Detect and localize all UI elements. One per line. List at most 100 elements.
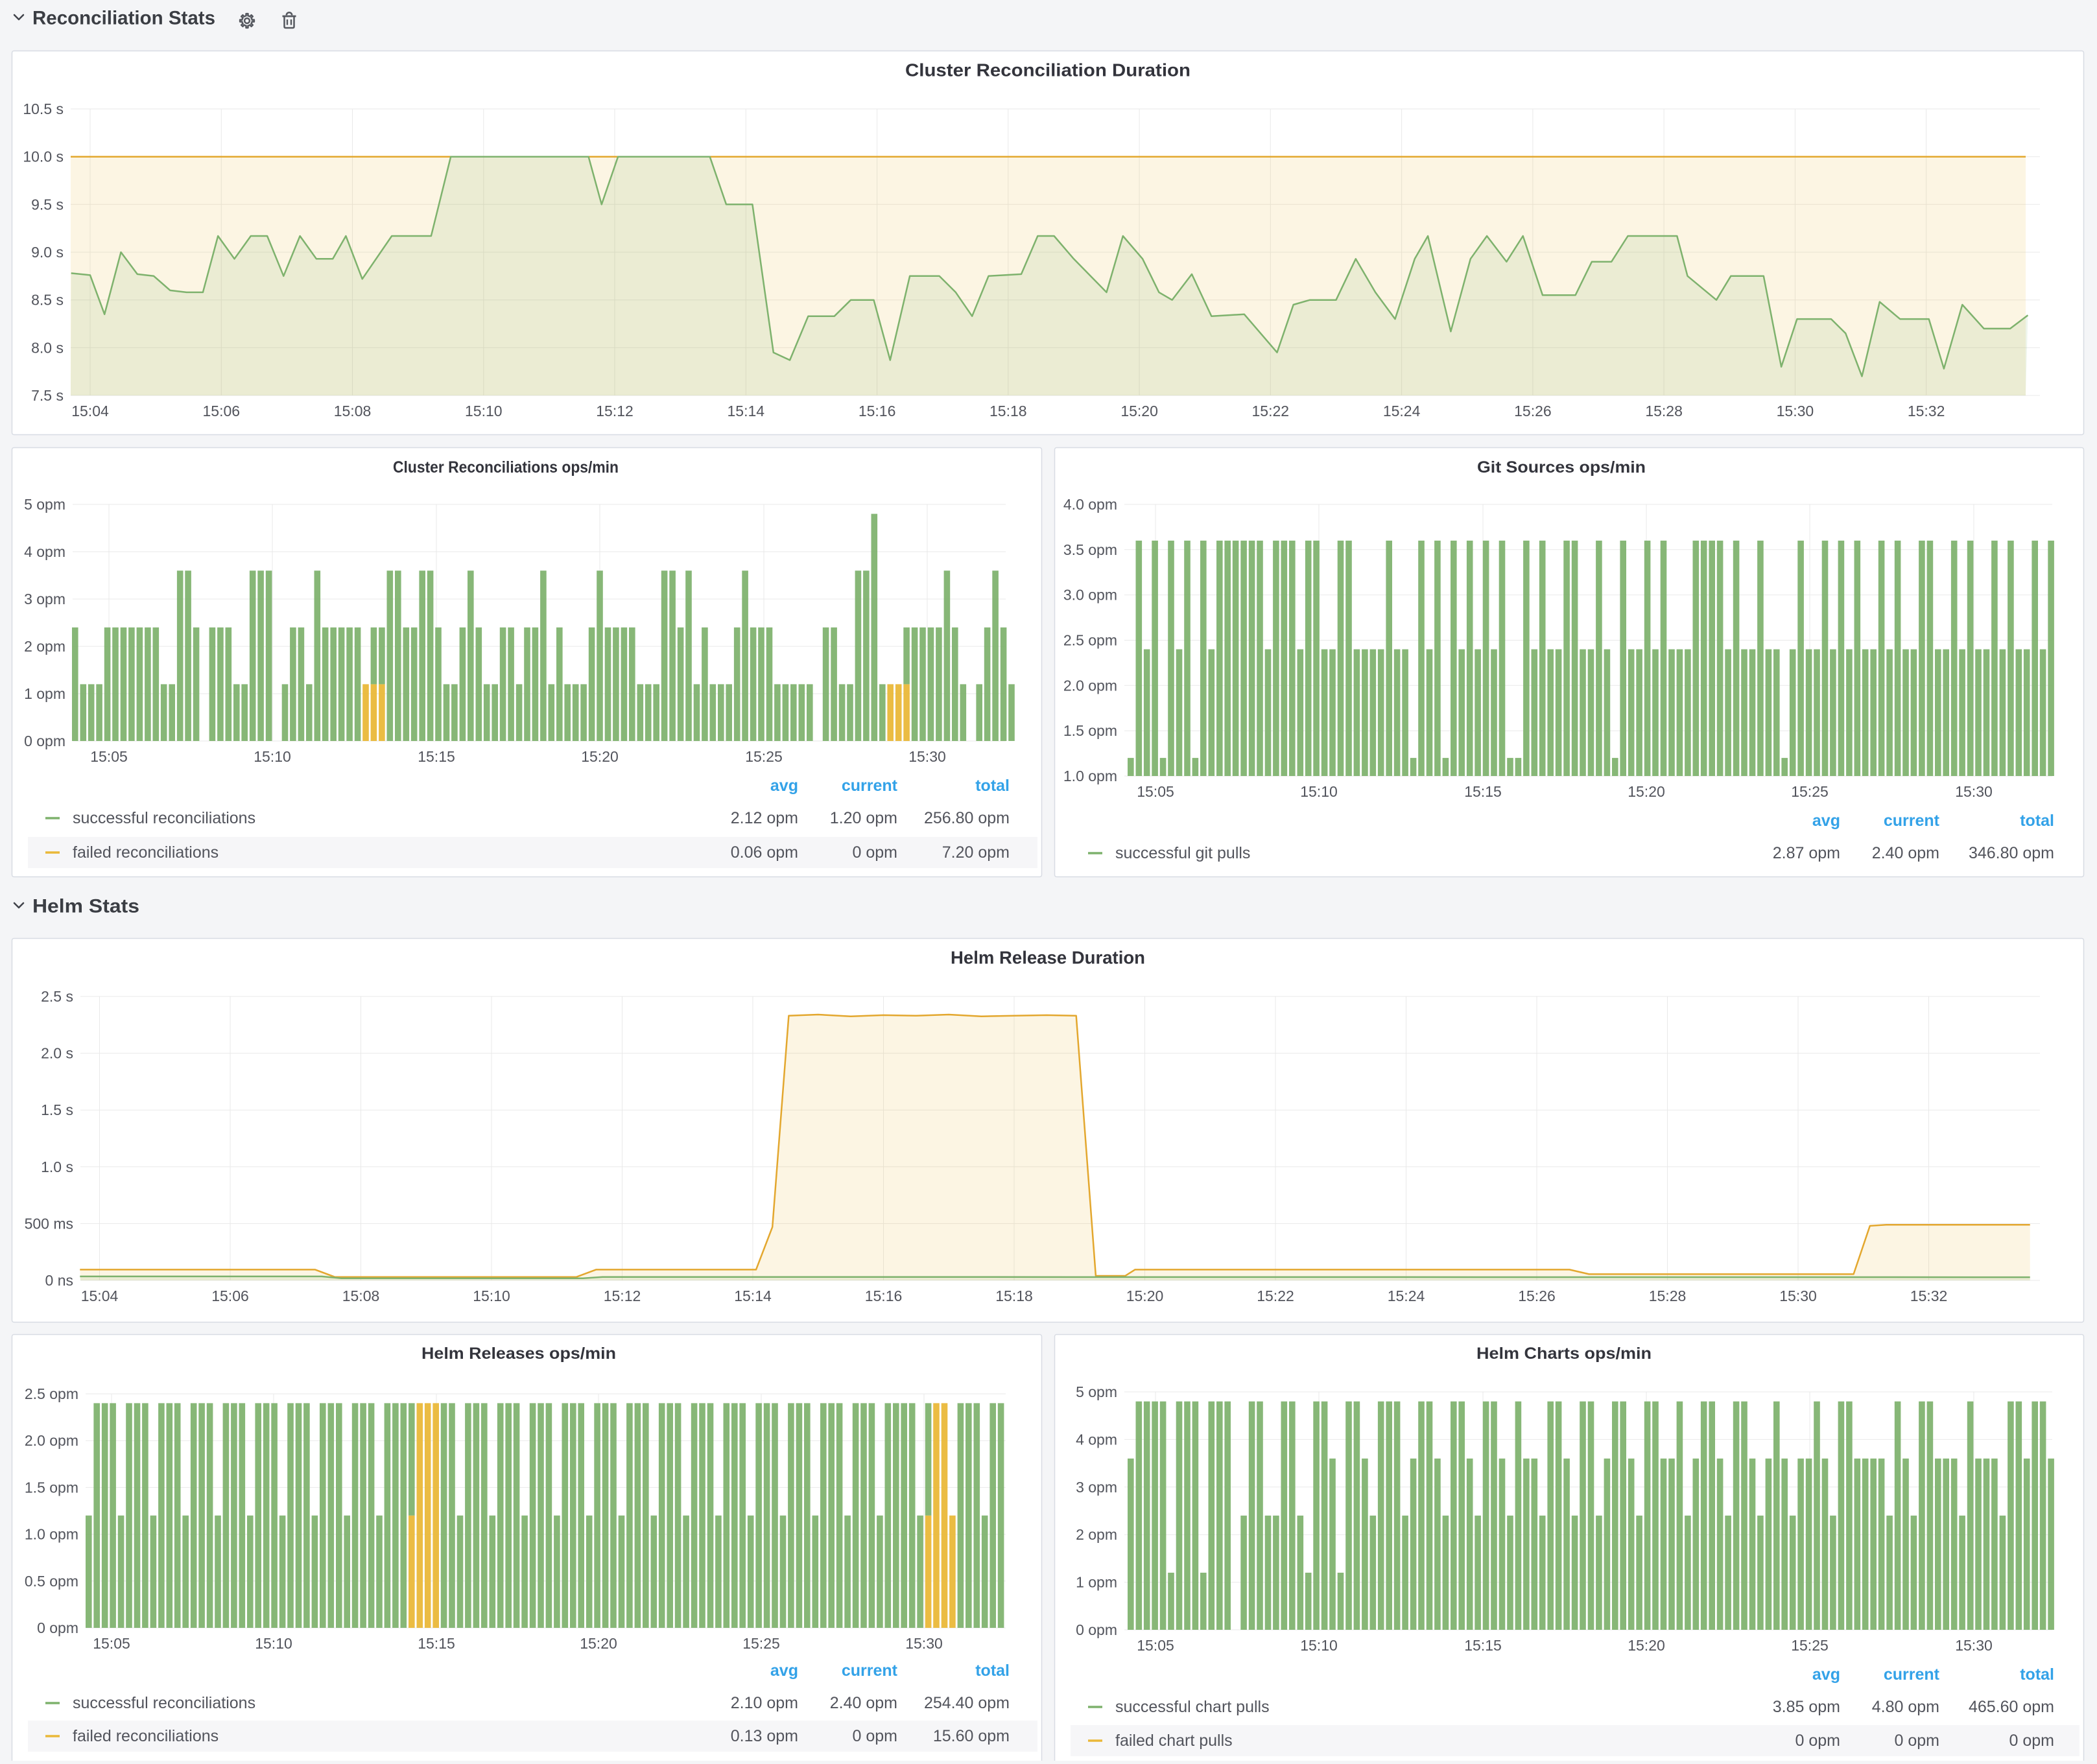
svg-text:total: total [2020,812,2054,830]
svg-text:Cluster Reconciliation Duratio: Cluster Reconciliation Duration [905,60,1191,80]
svg-text:3.85 opm: 3.85 opm [1773,1698,1840,1716]
svg-text:successful chart pulls: successful chart pulls [1115,1698,1270,1716]
svg-text:successful reconciliations: successful reconciliations [73,809,255,827]
svg-text:15:10: 15:10 [255,1635,292,1652]
svg-text:15:15: 15:15 [1464,783,1502,800]
svg-text:8.5 s: 8.5 s [31,292,64,309]
svg-text:1.20 opm: 1.20 opm [830,809,897,827]
svg-text:0 opm: 0 opm [853,1727,897,1745]
svg-text:2.5 opm: 2.5 opm [1063,632,1117,649]
svg-text:4 opm: 4 opm [1076,1431,1117,1448]
svg-text:successful reconciliations: successful reconciliations [73,1694,255,1712]
svg-text:15:32: 15:32 [1908,403,1945,419]
svg-text:7.5 s: 7.5 s [31,387,64,404]
svg-text:15:18: 15:18 [989,403,1027,419]
svg-text:15:28: 15:28 [1649,1288,1687,1304]
svg-text:4.80 opm: 4.80 opm [1872,1698,1939,1716]
svg-text:0 ns: 0 ns [45,1272,73,1289]
svg-text:avg: avg [770,1662,798,1680]
svg-text:15:10: 15:10 [254,748,291,765]
svg-text:3 opm: 3 opm [24,591,65,607]
svg-text:15:05: 15:05 [93,1635,130,1652]
svg-text:7.20 opm: 7.20 opm [942,843,1010,862]
svg-text:Cluster Reconciliations ops/mi: Cluster Reconciliations ops/min [393,458,619,476]
svg-text:15:25: 15:25 [745,748,783,765]
svg-text:2.0 opm: 2.0 opm [1063,677,1117,694]
svg-text:2.40 opm: 2.40 opm [830,1694,897,1712]
svg-text:15:08: 15:08 [342,1288,380,1304]
svg-text:465.60 opm: 465.60 opm [1969,1698,2054,1716]
svg-text:500 ms: 500 ms [25,1215,73,1232]
svg-text:4 opm: 4 opm [24,543,65,560]
svg-text:1 opm: 1 opm [24,685,65,702]
svg-text:current: current [842,777,898,795]
svg-text:2.12 opm: 2.12 opm [731,809,798,827]
svg-text:avg: avg [770,777,798,795]
svg-text:0 opm: 0 opm [2009,1732,2054,1750]
svg-text:0 opm: 0 opm [24,733,65,749]
svg-text:2.40 opm: 2.40 opm [1872,844,1939,862]
svg-text:0 opm: 0 opm [1895,1732,1939,1750]
svg-text:15:20: 15:20 [1120,403,1158,419]
svg-text:15:18: 15:18 [995,1288,1033,1304]
svg-text:15:06: 15:06 [211,1288,249,1304]
svg-text:1.5 opm: 1.5 opm [25,1479,78,1496]
svg-text:15:10: 15:10 [473,1288,510,1304]
svg-text:15:24: 15:24 [1383,403,1421,419]
svg-text:10.5 s: 10.5 s [23,100,64,117]
svg-text:0 opm: 0 opm [1795,1732,1840,1750]
svg-text:15:26: 15:26 [1514,403,1552,419]
svg-text:15:32: 15:32 [1910,1288,1948,1304]
svg-text:15.60 opm: 15.60 opm [933,1727,1010,1745]
svg-text:2 opm: 2 opm [1076,1526,1117,1543]
svg-text:2.10 opm: 2.10 opm [731,1694,798,1712]
svg-text:10.0 s: 10.0 s [23,148,64,165]
svg-text:current: current [1884,812,1940,830]
svg-text:15:25: 15:25 [1791,1637,1829,1654]
svg-text:9.5 s: 9.5 s [31,196,64,213]
svg-text:Helm Releases ops/min: Helm Releases ops/min [421,1345,616,1363]
svg-text:15:14: 15:14 [728,403,765,419]
svg-text:total: total [2020,1665,2054,1684]
svg-text:15:05: 15:05 [1137,1637,1174,1654]
svg-text:15:24: 15:24 [1388,1288,1425,1304]
svg-text:avg: avg [1812,1665,1840,1684]
svg-text:15:10: 15:10 [1300,1637,1338,1654]
svg-text:2.0 opm: 2.0 opm [25,1432,78,1449]
svg-text:1.0 s: 1.0 s [41,1158,73,1175]
svg-text:15:04: 15:04 [81,1288,119,1304]
svg-text:15:14: 15:14 [734,1288,772,1304]
svg-text:15:16: 15:16 [865,1288,903,1304]
svg-text:15:30: 15:30 [905,1635,943,1652]
svg-text:15:20: 15:20 [1628,1637,1665,1654]
svg-text:15:25: 15:25 [742,1635,780,1652]
svg-text:15:22: 15:22 [1257,1288,1294,1304]
svg-text:1.5 opm: 1.5 opm [1063,722,1117,739]
svg-text:failed reconciliations: failed reconciliations [73,843,219,862]
svg-text:15:28: 15:28 [1645,403,1683,419]
svg-text:0.5 opm: 0.5 opm [25,1573,78,1590]
svg-text:15:30: 15:30 [1779,1288,1817,1304]
svg-text:15:12: 15:12 [604,1288,641,1304]
svg-text:15:15: 15:15 [418,1635,455,1652]
svg-text:15:20: 15:20 [1628,783,1665,800]
svg-text:15:30: 15:30 [1955,783,1993,800]
svg-text:5 opm: 5 opm [1076,1383,1117,1400]
svg-text:2 opm: 2 opm [24,638,65,655]
svg-text:15:22: 15:22 [1252,403,1290,419]
svg-text:15:30: 15:30 [1955,1637,1993,1654]
svg-text:4.0 opm: 4.0 opm [1063,496,1117,513]
svg-text:15:15: 15:15 [418,748,455,765]
svg-text:Reconciliation Stats: Reconciliation Stats [32,8,215,29]
svg-text:current: current [842,1662,898,1680]
svg-text:Helm Stats: Helm Stats [32,896,139,917]
svg-text:0 opm: 0 opm [37,1619,78,1636]
svg-text:failed chart pulls: failed chart pulls [1115,1732,1233,1750]
svg-text:15:20: 15:20 [580,1635,617,1652]
svg-text:1.0 opm: 1.0 opm [25,1526,78,1543]
svg-text:5 opm: 5 opm [24,496,65,513]
svg-text:failed reconciliations: failed reconciliations [73,1727,219,1745]
svg-text:254.40 opm: 254.40 opm [924,1694,1010,1712]
svg-text:0 opm: 0 opm [1076,1621,1117,1638]
svg-text:3 opm: 3 opm [1076,1479,1117,1496]
